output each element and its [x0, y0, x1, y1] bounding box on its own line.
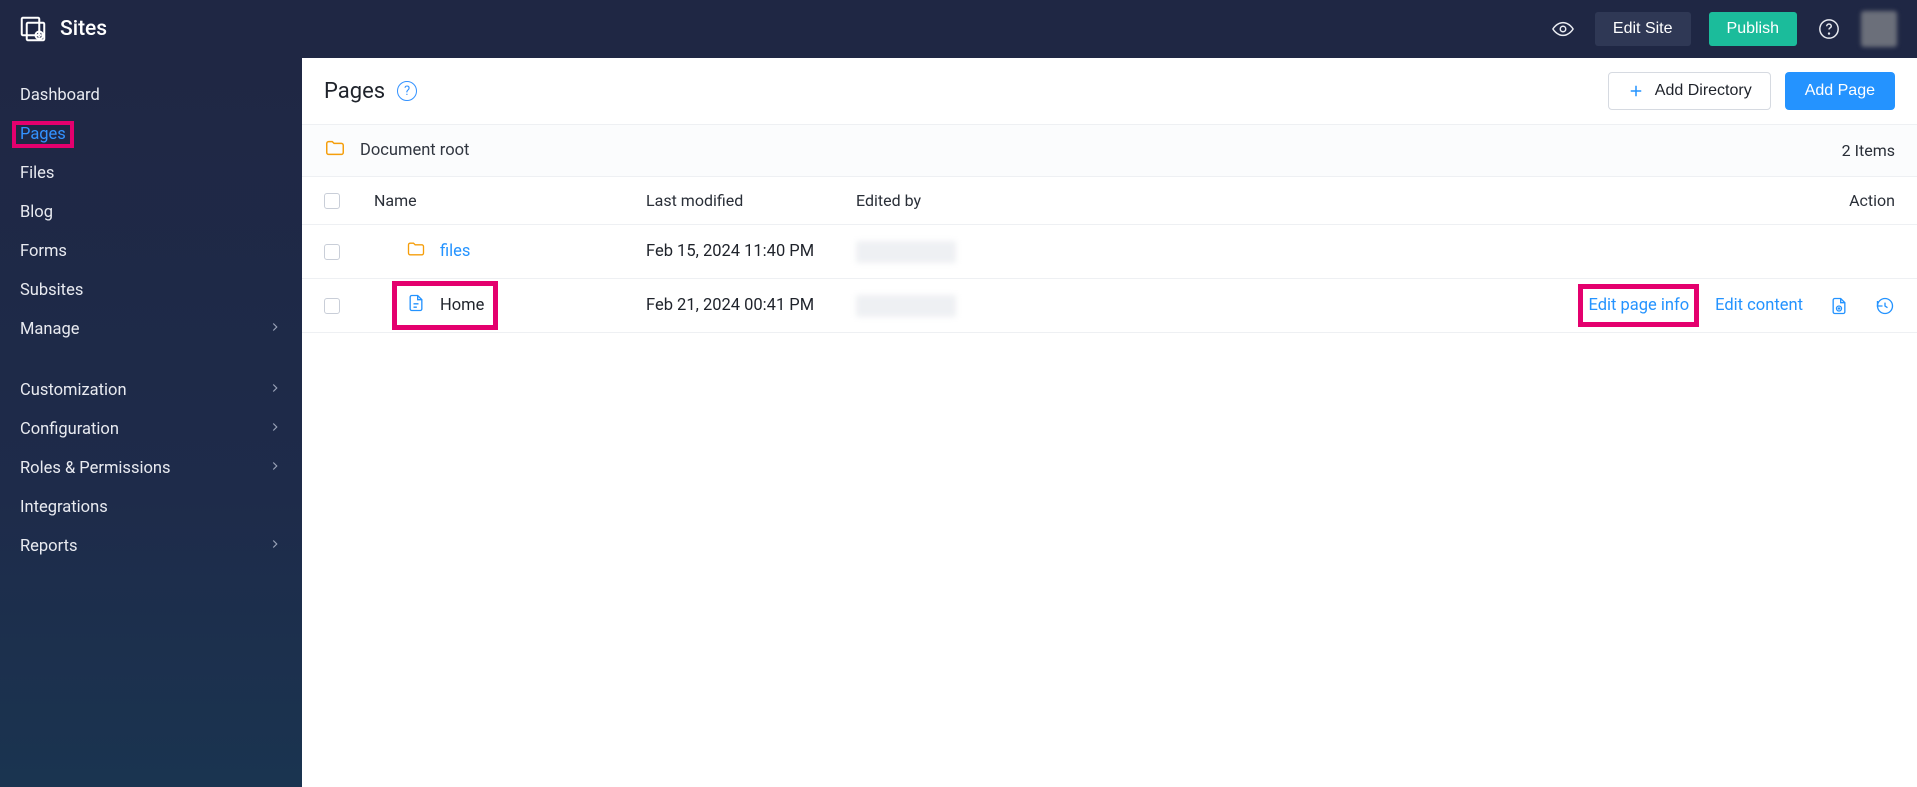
row-modified: Feb 21, 2024 00:41 PM	[646, 296, 856, 315]
main-content: Pages ? Add Directory Add Page Document …	[302, 58, 1917, 787]
history-icon[interactable]	[1875, 296, 1895, 316]
sidebar: Dashboard Pages Files Blog Forms Subsites Mana…	[0, 58, 302, 787]
row-actions: Edit page info Edit content	[1588, 296, 1895, 316]
table-row: HomeFeb 21, 2024 00:41 PMEdit page infoE…	[302, 279, 1917, 333]
sidebar-item-label: Dashboard	[20, 86, 100, 105]
sidebar-item-label: Configuration	[20, 420, 119, 439]
folder-icon	[324, 137, 346, 164]
row-checkbox[interactable]	[324, 298, 340, 314]
folder-icon	[406, 239, 426, 264]
pages-table: Name Last modified Edited by Action file…	[302, 177, 1917, 333]
sidebar-item-label: Roles & Permissions	[20, 459, 171, 478]
sidebar-item-label: Blog	[20, 203, 53, 222]
row-checkbox[interactable]	[324, 244, 340, 260]
sidebar-item-blog[interactable]: Blog	[0, 193, 302, 232]
page-header: Pages ? Add Directory Add Page	[302, 58, 1917, 124]
col-modified: Last modified	[646, 191, 743, 210]
edit-page-info-link[interactable]: Edit page info	[1588, 296, 1689, 315]
sidebar-item-configuration[interactable]: Configuration	[0, 410, 302, 449]
chevron-right-icon	[268, 381, 282, 400]
row-editedby	[856, 241, 1196, 263]
col-editedby: Edited by	[856, 191, 921, 210]
col-action: Action	[1849, 191, 1895, 210]
chevron-right-icon	[268, 420, 282, 439]
sidebar-item-pages[interactable]: Pages	[0, 115, 302, 154]
row-name[interactable]: files	[440, 242, 470, 261]
chevron-right-icon	[268, 320, 282, 339]
page-icon	[406, 293, 426, 318]
sidebar-item-label: Reports	[20, 537, 78, 556]
row-editedby	[856, 295, 1196, 317]
add-page-button[interactable]: Add Page	[1785, 72, 1895, 110]
sidebar-item-label: Manage	[20, 320, 79, 339]
table-row: files Feb 15, 2024 11:40 PM	[302, 225, 1917, 279]
help-top-icon[interactable]	[1815, 15, 1843, 43]
add-directory-label: Add Directory	[1655, 82, 1752, 100]
sidebar-item-reports[interactable]: Reports	[0, 527, 302, 566]
sidebar-item-label: Customization	[20, 381, 127, 400]
edit-site-button[interactable]: Edit Site	[1595, 12, 1691, 46]
sidebar-item-label: Integrations	[20, 498, 108, 517]
topbar-actions: Edit Site Publish	[1549, 11, 1897, 47]
row-name: Home	[440, 296, 484, 315]
breadcrumb-bar: Document root 2 Items	[302, 124, 1917, 177]
col-name: Name	[374, 191, 417, 210]
table-header: Name Last modified Edited by Action	[302, 177, 1917, 225]
preview-icon[interactable]	[1549, 15, 1577, 43]
avatar[interactable]	[1861, 11, 1897, 47]
edit-content-link[interactable]: Edit content	[1715, 296, 1803, 315]
sidebar-item-integrations[interactable]: Integrations	[0, 488, 302, 527]
app-name: Sites	[60, 17, 107, 41]
item-count: 2 Items	[1842, 141, 1895, 160]
sidebar-item-label: Subsites	[20, 281, 83, 300]
sidebar-item-dashboard[interactable]: Dashboard	[0, 76, 302, 115]
sidebar-item-files[interactable]: Files	[0, 154, 302, 193]
sidebar-item-roles-permissions[interactable]: Roles & Permissions	[0, 449, 302, 488]
breadcrumb-root[interactable]: Document root	[360, 141, 469, 160]
sidebar-item-label: Pages	[20, 125, 66, 144]
sidebar-item-manage[interactable]: Manage	[0, 310, 302, 349]
sidebar-item-label: Files	[20, 164, 54, 183]
chevron-right-icon	[268, 459, 282, 478]
select-all-checkbox[interactable]	[324, 193, 340, 209]
row-modified: Feb 15, 2024 11:40 PM	[646, 242, 856, 261]
sidebar-item-subsites[interactable]: Subsites	[0, 271, 302, 310]
sidebar-item-label: Forms	[20, 242, 67, 261]
topbar: Sites Edit Site Publish	[0, 0, 1917, 58]
page-help-icon[interactable]: ?	[397, 81, 417, 101]
sidebar-item-customization[interactable]: Customization	[0, 371, 302, 410]
add-directory-button[interactable]: Add Directory	[1608, 72, 1771, 110]
sidebar-item-forms[interactable]: Forms	[0, 232, 302, 271]
page-title: Pages	[324, 79, 385, 104]
chevron-right-icon	[268, 537, 282, 556]
publish-button[interactable]: Publish	[1709, 12, 1797, 46]
brand: Sites	[18, 14, 107, 44]
duplicate-icon[interactable]	[1829, 296, 1849, 316]
sites-icon	[18, 14, 48, 44]
